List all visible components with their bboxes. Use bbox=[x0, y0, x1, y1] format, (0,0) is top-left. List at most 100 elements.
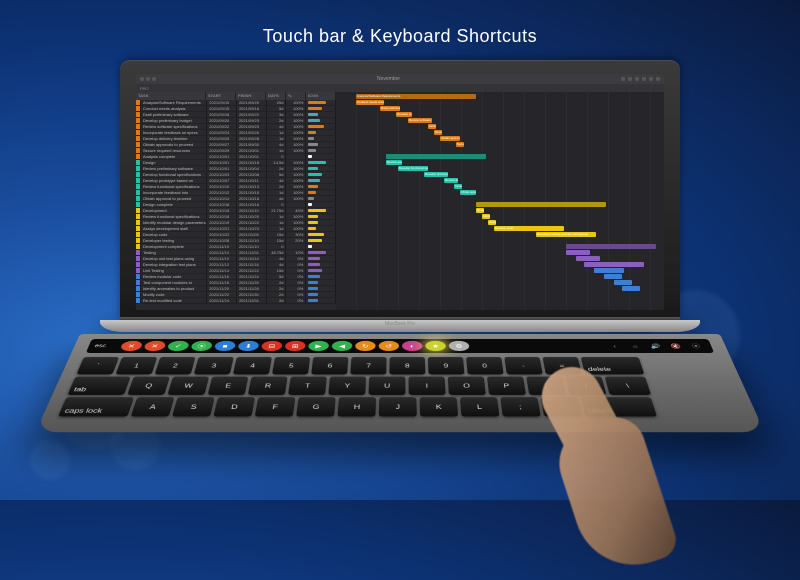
gantt-bar[interactable]: Assign development staff bbox=[488, 220, 496, 225]
key-a[interactable]: A bbox=[131, 397, 175, 416]
key-\[interactable]: \ bbox=[605, 376, 651, 394]
key-0[interactable]: 0 bbox=[466, 357, 504, 374]
gantt-bar[interactable]: Developer testing (primary debugging) bbox=[536, 232, 596, 237]
gantt-bar[interactable]: Develop prototype based on functional sp… bbox=[424, 172, 448, 177]
key-l[interactable]: L bbox=[460, 397, 500, 416]
gantt-bar[interactable]: Conduct needs analysis bbox=[356, 100, 384, 105]
key-8[interactable]: 8 bbox=[389, 357, 425, 374]
key--[interactable]: - bbox=[504, 357, 542, 374]
key-f[interactable]: F bbox=[255, 397, 296, 416]
gantt-bar[interactable] bbox=[476, 202, 606, 207]
traffic-lights[interactable] bbox=[140, 77, 156, 81]
touchbar-button[interactable]: ■ bbox=[214, 341, 237, 351]
gantt-bar[interactable]: Review functional specifications bbox=[444, 178, 458, 183]
touchbar-esc[interactable]: esc bbox=[94, 344, 120, 348]
gantt-bar[interactable]: Obtain approval to proceed bbox=[460, 190, 476, 195]
touchbar-system-icon[interactable]: ‹ bbox=[604, 341, 625, 350]
touchbar-button[interactable]: ⬇ bbox=[237, 341, 259, 351]
touchbar-button[interactable]: ⚙ bbox=[448, 341, 469, 351]
gantt-bar[interactable]: Obtain approvals to proceed (concept, ti… bbox=[440, 136, 460, 141]
key-o[interactable]: O bbox=[448, 376, 486, 394]
key-e[interactable]: E bbox=[208, 376, 249, 394]
key-r[interactable]: R bbox=[248, 376, 288, 394]
key-1[interactable]: 1 bbox=[116, 357, 158, 374]
touchbar-button[interactable]: ⊟ bbox=[261, 341, 283, 351]
gantt-chart[interactable]: Analysis/Software RequirementsConduct ne… bbox=[336, 92, 664, 310]
key-'[interactable]: ' bbox=[541, 397, 583, 416]
col-task[interactable]: TASK bbox=[136, 92, 206, 100]
touchbar-button[interactable]: ⊞ bbox=[284, 341, 306, 351]
touchbar-button[interactable]: ↺ bbox=[378, 341, 398, 351]
gantt-bar[interactable]: Review software specifications/budget wi… bbox=[408, 118, 432, 123]
touchbar-button[interactable]: ◀ bbox=[331, 341, 352, 351]
gantt-bar[interactable]: Develop preliminary budget bbox=[396, 112, 412, 117]
key-d[interactable]: D bbox=[213, 397, 255, 416]
key-[[interactable]: [ bbox=[526, 376, 566, 394]
touchbar-system-icon[interactable]: 🔇 bbox=[665, 341, 687, 350]
key-y[interactable]: Y bbox=[328, 376, 366, 394]
col-start[interactable]: START bbox=[206, 92, 236, 100]
gantt-bar[interactable] bbox=[566, 250, 590, 255]
gantt-bar[interactable]: Develop code bbox=[494, 226, 564, 231]
touchbar-button[interactable]: ▶ bbox=[308, 341, 329, 351]
col-days[interactable]: DAYS bbox=[266, 92, 286, 100]
gantt-bar[interactable]: Incorporate feedback on software specifi… bbox=[428, 124, 436, 129]
touchbar-button[interactable]: ✓ bbox=[166, 341, 189, 351]
gantt-bar[interactable]: Develop delivery timeline bbox=[434, 130, 442, 135]
key-q[interactable]: Q bbox=[127, 376, 170, 394]
key-`[interactable]: ` bbox=[76, 357, 119, 374]
key-k[interactable]: K bbox=[420, 397, 458, 416]
touchbar[interactable]: esc ✕✕✓⦿■⬇⊟⊞▶◀↻↺◐★⚙ ‹☼🔊🔇⦿ bbox=[86, 339, 715, 353]
key-t[interactable]: T bbox=[288, 376, 327, 394]
key-tab[interactable]: tab bbox=[68, 376, 131, 394]
key-g[interactable]: G bbox=[296, 397, 336, 416]
col-icon[interactable]: ICON bbox=[306, 92, 336, 100]
gantt-bar[interactable]: Review preliminary software specificatio… bbox=[386, 160, 402, 165]
gantt-bar[interactable] bbox=[604, 274, 622, 279]
key-i[interactable]: I bbox=[408, 376, 445, 394]
gantt-bar[interactable] bbox=[566, 244, 656, 249]
touchbar-button[interactable]: ★ bbox=[425, 341, 446, 351]
key-4[interactable]: 4 bbox=[233, 357, 272, 374]
gantt-bar[interactable] bbox=[622, 286, 640, 291]
key-=[interactable]: = bbox=[542, 357, 581, 374]
gantt-bar[interactable] bbox=[614, 280, 632, 285]
key-2[interactable]: 2 bbox=[155, 357, 196, 374]
gantt-bar[interactable]: Analysis/Software Requirements bbox=[356, 94, 476, 99]
key-9[interactable]: 9 bbox=[428, 357, 465, 374]
key-][interactable]: ] bbox=[565, 376, 606, 394]
key-j[interactable]: J bbox=[379, 397, 417, 416]
key-s[interactable]: S bbox=[172, 397, 215, 416]
gantt-bar[interactable]: Develop functional specifications bbox=[398, 166, 428, 171]
task-row[interactable]: Re-test modified code 2021/11/24 2021/12… bbox=[136, 298, 336, 304]
gantt-bar[interactable]: Identify modular/tiered design parameter… bbox=[482, 214, 490, 219]
gantt-bar[interactable]: Secure required resources bbox=[456, 142, 464, 147]
touchbar-button[interactable]: ⦿ bbox=[190, 341, 213, 351]
touchbar-system-icon[interactable]: ☼ bbox=[624, 341, 645, 350]
touchbar-button[interactable]: ◐ bbox=[402, 341, 423, 351]
key-h[interactable]: H bbox=[337, 397, 376, 416]
keyboard[interactable]: `1234567890-=delete tabQWERTYUIOP[]\ caps … bbox=[58, 357, 742, 417]
gantt-bar[interactable] bbox=[584, 262, 644, 267]
key-return[interactable]: return bbox=[581, 397, 657, 416]
key-p[interactable]: P bbox=[487, 376, 526, 394]
key-u[interactable]: U bbox=[368, 376, 405, 394]
key-w[interactable]: W bbox=[167, 376, 209, 394]
key-5[interactable]: 5 bbox=[272, 357, 310, 374]
key-6[interactable]: 6 bbox=[311, 357, 348, 374]
key-3[interactable]: 3 bbox=[194, 357, 234, 374]
col-finish[interactable]: FINISH bbox=[236, 92, 266, 100]
gantt-bar[interactable]: Review functional specifications bbox=[476, 208, 484, 213]
touchbar-button[interactable]: ↻ bbox=[355, 341, 376, 351]
touchbar-system-icon[interactable]: ⦿ bbox=[685, 341, 707, 350]
toolbar-icons[interactable] bbox=[621, 77, 660, 81]
key-7[interactable]: 7 bbox=[350, 357, 386, 374]
gantt-bar[interactable] bbox=[594, 268, 624, 273]
key-delete[interactable]: delete bbox=[581, 357, 645, 374]
gantt-bar[interactable]: Draft preliminary software specification… bbox=[380, 106, 400, 111]
key-caps lock[interactable]: caps lock bbox=[58, 397, 134, 416]
touchbar-button[interactable]: ✕ bbox=[119, 341, 143, 351]
gantt-bar[interactable]: Incorporate feedback into functional spe… bbox=[454, 184, 462, 189]
gantt-bar[interactable] bbox=[576, 256, 600, 261]
touchbar-system-icon[interactable]: 🔊 bbox=[645, 341, 666, 350]
